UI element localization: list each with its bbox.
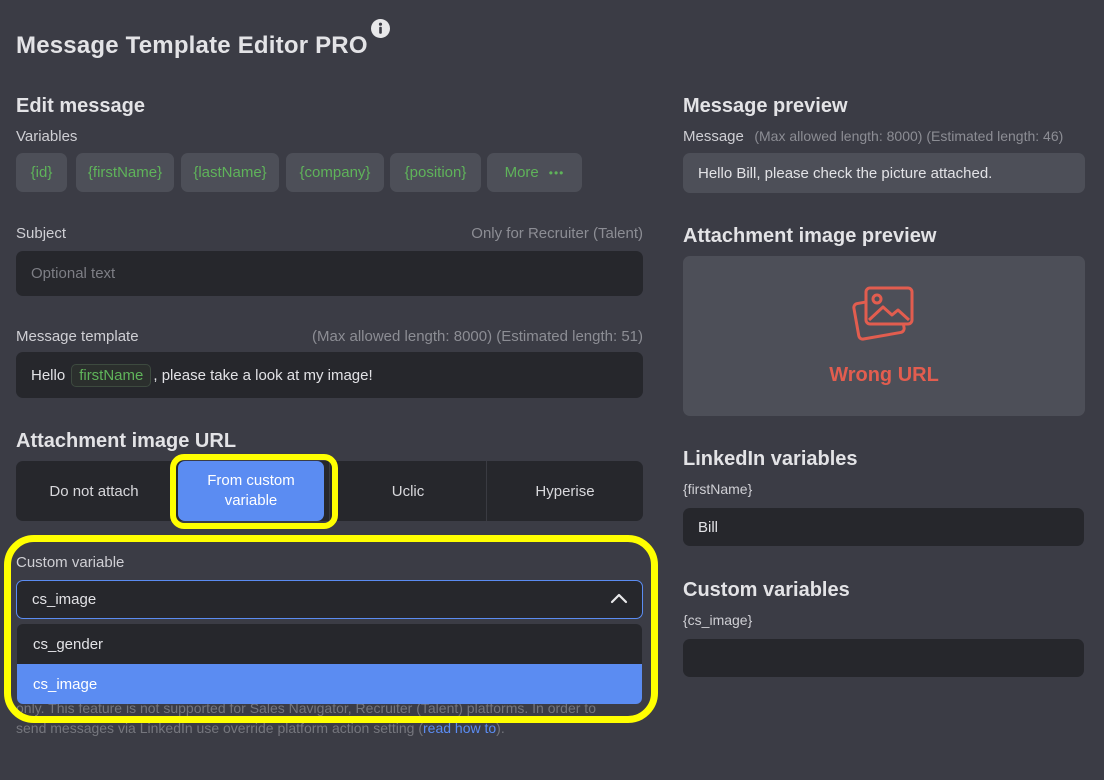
variable-chip-id[interactable]: {id} bbox=[16, 153, 67, 192]
variable-chip-lastname[interactable]: {lastName} bbox=[181, 153, 279, 192]
custom-variable-value bbox=[683, 639, 1084, 677]
linkedin-variable-value-text: Bill bbox=[698, 518, 719, 536]
highlight-custom-variable bbox=[4, 535, 658, 723]
preview-message-text: Hello Bill, please check the picture att… bbox=[698, 164, 993, 182]
info-icon[interactable] bbox=[371, 19, 390, 38]
subject-label: Subject bbox=[16, 225, 67, 242]
attachment-preview-box: Wrong URL bbox=[683, 256, 1085, 416]
custom-variable-name-label: {cs_image} bbox=[683, 612, 753, 628]
page-title: Message Template Editor PRO bbox=[16, 32, 368, 59]
message-template-input[interactable]: Hello firstName , please take a look at … bbox=[16, 352, 643, 398]
more-label: More bbox=[504, 164, 539, 181]
subject-hint: Only for Recruiter (Talent) bbox=[471, 225, 643, 242]
preview-message-box: Hello Bill, please check the picture att… bbox=[683, 153, 1085, 193]
option-do-not-attach[interactable]: Do not attach bbox=[16, 461, 173, 521]
broken-image-icon bbox=[852, 284, 916, 347]
message-preview-heading: Message preview bbox=[683, 95, 848, 117]
custom-variables-heading: Custom variables bbox=[683, 579, 850, 601]
preview-message-label: Message bbox=[683, 128, 744, 145]
wrong-url-message: Wrong URL bbox=[829, 364, 939, 386]
attachment-preview-heading: Attachment image preview bbox=[683, 225, 937, 247]
variable-chip-firstname[interactable]: {firstName} bbox=[76, 153, 174, 192]
option-hyperise[interactable]: Hyperise bbox=[487, 461, 643, 521]
template-variable-chip: firstName bbox=[71, 363, 152, 387]
edit-message-heading: Edit message bbox=[16, 95, 145, 117]
linkedin-variable-value: Bill bbox=[683, 508, 1084, 546]
linkedin-variables-heading: LinkedIn variables bbox=[683, 448, 858, 470]
message-template-label: Message template bbox=[16, 328, 139, 345]
linkedin-variable-label: {firstName} bbox=[683, 481, 753, 497]
variables-label: Variables bbox=[16, 128, 78, 145]
variable-chip-company[interactable]: {company} bbox=[286, 153, 384, 192]
preview-message-label-row: Message (Max allowed length: 8000) (Esti… bbox=[683, 128, 1063, 146]
template-prefix: Hello bbox=[31, 366, 66, 384]
more-variables-button[interactable]: More ••• bbox=[487, 153, 582, 192]
highlight-active-option bbox=[170, 454, 338, 529]
variable-chip-position[interactable]: {position} bbox=[390, 153, 481, 192]
message-template-hint: (Max allowed length: 8000) (Estimated le… bbox=[311, 328, 643, 345]
template-suffix: , please take a look at my image! bbox=[153, 366, 373, 384]
subject-placeholder: Optional text bbox=[31, 265, 116, 282]
option-uclic[interactable]: Uclic bbox=[330, 461, 487, 521]
subject-input[interactable]: Optional text bbox=[16, 251, 643, 296]
preview-message-hint: (Max allowed length: 8000) (Estimated le… bbox=[754, 128, 1064, 144]
more-dots-icon: ••• bbox=[548, 165, 565, 180]
attachment-url-heading: Attachment image URL bbox=[16, 430, 237, 452]
